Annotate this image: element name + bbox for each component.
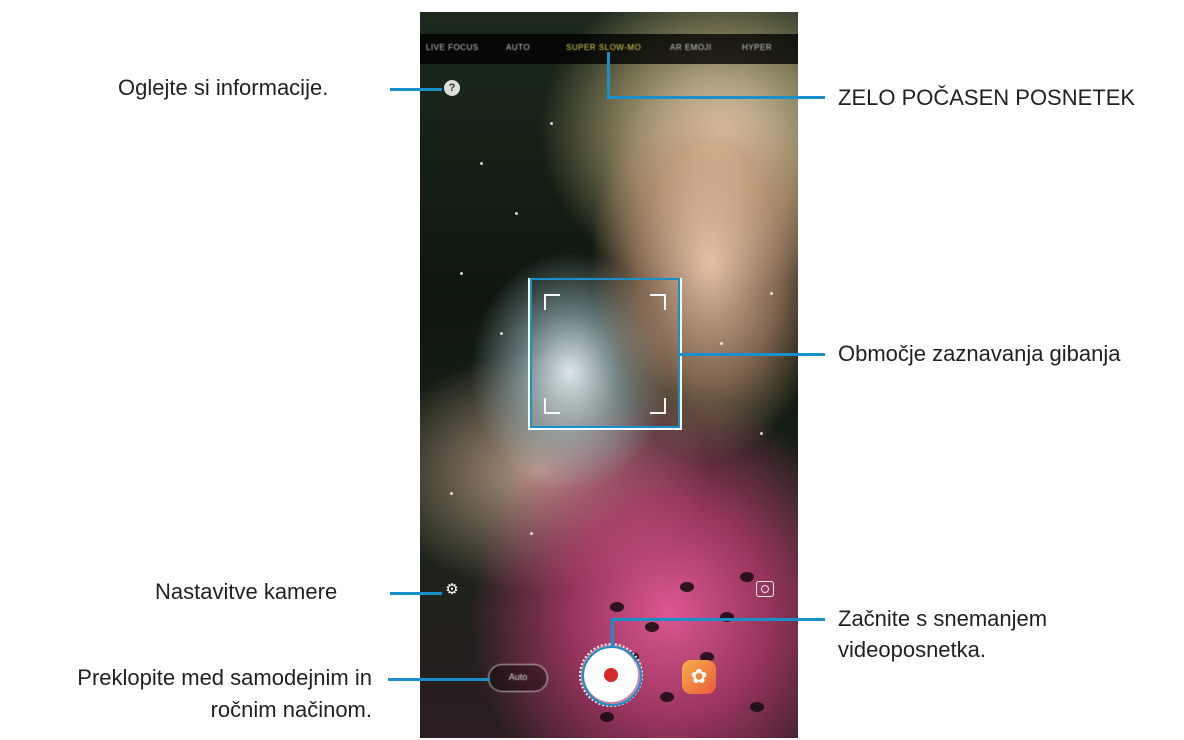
swimsuit-spot bbox=[740, 572, 754, 582]
auto-manual-toggle-button[interactable]: Auto bbox=[488, 664, 548, 692]
switch-mode-callout-label-2: ročnim načinom. bbox=[210, 697, 372, 722]
mode-auto[interactable]: AUTO bbox=[506, 43, 530, 52]
swimsuit-spot bbox=[680, 582, 694, 592]
water-droplet bbox=[500, 332, 503, 335]
callout-line bbox=[611, 618, 614, 648]
mode-ar-emoji[interactable]: AR EMOJI bbox=[670, 43, 712, 52]
motion-area-callout-label: Območje zaznavanja gibanja bbox=[838, 341, 1121, 366]
motion-area-highlight bbox=[530, 278, 680, 428]
gear-icon[interactable]: ⚙ bbox=[444, 582, 460, 598]
info-callout-label: Oglejte si informacije. bbox=[118, 75, 329, 100]
callout-line bbox=[611, 618, 825, 621]
callout-line bbox=[390, 88, 442, 91]
callout-line bbox=[390, 592, 442, 595]
swimsuit-spot bbox=[610, 602, 624, 612]
water-droplet bbox=[515, 212, 518, 215]
effects-icon[interactable]: ✿ bbox=[682, 660, 716, 694]
water-droplet bbox=[450, 492, 453, 495]
water-droplet bbox=[720, 342, 723, 345]
water-droplet bbox=[770, 292, 773, 295]
mode-hyperlapse[interactable]: HYPER bbox=[742, 43, 772, 52]
water-droplet bbox=[480, 162, 483, 165]
swimsuit-spot bbox=[645, 622, 659, 632]
mode-live-focus[interactable]: LIVE FOCUS bbox=[426, 43, 479, 52]
water-droplet bbox=[760, 432, 763, 435]
water-droplet bbox=[460, 272, 463, 275]
switch-mode-callout-label-1: Preklopite med samodejnim in bbox=[77, 665, 372, 690]
record-highlight-ring bbox=[582, 646, 642, 706]
swimsuit-spot bbox=[720, 612, 734, 622]
record-callout-label-2: videoposnetka. bbox=[838, 637, 986, 662]
swimsuit-spot bbox=[750, 702, 764, 712]
super-slow-callout-label: ZELO POČASEN POSNETEK bbox=[838, 85, 1136, 110]
swimsuit-spot bbox=[660, 692, 674, 702]
callout-line bbox=[680, 353, 825, 356]
callout-line bbox=[607, 52, 610, 98]
callout-line bbox=[388, 678, 490, 681]
settings-callout-label: Nastavitve kamere bbox=[155, 579, 338, 604]
mode-super-slow-mo[interactable]: SUPER SLOW-MO bbox=[566, 43, 641, 52]
water-droplet bbox=[550, 122, 553, 125]
swimsuit-spot bbox=[600, 712, 614, 722]
callout-line bbox=[607, 96, 825, 99]
switch-camera-icon[interactable] bbox=[756, 581, 774, 597]
help-icon[interactable]: ? bbox=[444, 80, 460, 96]
water-droplet bbox=[530, 532, 533, 535]
record-callout-label-1: Začnite s snemanjem bbox=[838, 606, 1048, 631]
